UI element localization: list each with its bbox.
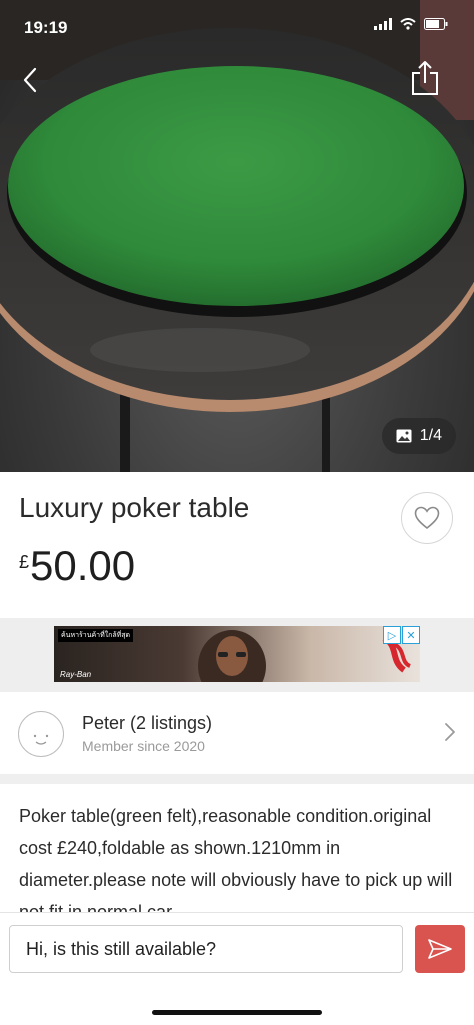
photo-counter-text: 1/4 xyxy=(419,427,442,444)
ad-band: ค้นหาร้านค้าที่ใกล้ที่สุด Ray-Ban ▷ ✕ xyxy=(0,618,474,692)
listing-description: Poker table(green felt),reasonable condi… xyxy=(19,806,453,912)
image-icon xyxy=(396,429,412,443)
price-currency: £ xyxy=(19,552,30,572)
photo-counter[interactable]: 1/4 xyxy=(381,418,456,454)
favorite-button[interactable] xyxy=(401,492,453,544)
message-input[interactable] xyxy=(9,925,403,973)
send-button[interactable] xyxy=(415,925,465,973)
seller-name: Peter (2 listings) xyxy=(82,713,213,733)
signal-icon xyxy=(374,18,392,30)
battery-icon xyxy=(424,18,448,30)
avatar xyxy=(18,711,64,757)
status-bar: 19:19 xyxy=(0,0,474,52)
ad-choices[interactable]: ▷ ✕ xyxy=(383,626,420,644)
price-amount: 50.00 xyxy=(30,542,136,589)
heart-outline-icon xyxy=(414,506,440,530)
section-divider xyxy=(0,774,474,784)
seller-row[interactable]: Peter (2 listings) Member since 2020 xyxy=(0,692,474,774)
status-icons xyxy=(374,18,448,30)
poker-table-photo xyxy=(0,0,474,472)
ad-image xyxy=(198,630,412,682)
ad-brand: Ray-Ban xyxy=(60,670,92,679)
status-time: 19:19 xyxy=(24,18,68,37)
chevron-left-icon xyxy=(23,67,37,93)
share-button[interactable] xyxy=(410,60,446,100)
message-bar xyxy=(0,912,474,1025)
share-icon xyxy=(412,61,438,95)
listing-photo[interactable]: 19:19 1/4 xyxy=(0,0,474,472)
ad-close-icon[interactable]: ✕ xyxy=(402,626,420,644)
seller-member-since: Member since 2020 xyxy=(82,738,205,754)
listing-title: Luxury poker table xyxy=(19,492,250,523)
send-icon xyxy=(428,939,452,959)
wifi-icon xyxy=(400,18,416,30)
home-indicator xyxy=(152,1010,322,1015)
chevron-right-icon xyxy=(445,723,455,741)
ad-info-icon[interactable]: ▷ xyxy=(383,626,401,644)
ad-banner[interactable]: ค้นหาร้านค้าที่ใกล้ที่สุด Ray-Ban ▷ ✕ xyxy=(54,626,420,682)
back-button[interactable] xyxy=(12,58,48,102)
listing-price: £ 50.00 xyxy=(19,542,135,590)
